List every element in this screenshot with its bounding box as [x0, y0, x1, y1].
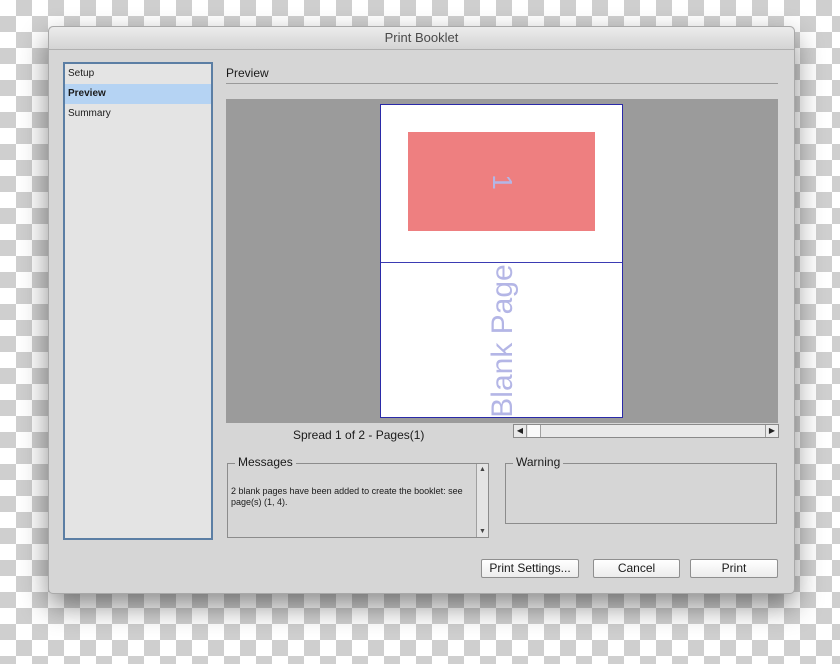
print-button[interactable]: Print: [690, 559, 778, 578]
messages-text: 2 blank pages have been added to create …: [231, 486, 463, 507]
scroll-right-arrow-icon[interactable]: ▶: [765, 425, 778, 437]
blank-page-label: Blank Page: [486, 264, 519, 418]
page-number: 1: [486, 173, 518, 190]
scroll-up-arrow-icon[interactable]: ▲: [477, 464, 488, 475]
sidebar: Setup Preview Summary: [63, 62, 213, 540]
page-divider: [381, 262, 622, 263]
sidebar-item-setup[interactable]: Setup: [65, 64, 211, 84]
sidebar-item-preview[interactable]: Preview: [65, 84, 211, 104]
section-title: Preview: [226, 66, 269, 80]
section-divider: [226, 83, 778, 84]
preview-page: 1 Blank Page: [380, 104, 623, 418]
scroll-left-arrow-icon[interactable]: ◀: [514, 425, 527, 437]
preview-horizontal-scrollbar[interactable]: ◀ ▶: [513, 424, 779, 438]
warning-group: Warning: [505, 455, 777, 524]
cancel-button[interactable]: Cancel: [593, 559, 680, 578]
page-content-block: 1: [408, 132, 595, 231]
scroll-down-arrow-icon[interactable]: ▼: [477, 526, 488, 537]
print-settings-button[interactable]: Print Settings...: [481, 559, 579, 578]
print-booklet-dialog: Print Booklet Setup Preview Summary Prev…: [48, 26, 795, 594]
messages-group: Messages 2 blank pages have been added t…: [227, 455, 489, 538]
messages-title: Messages: [235, 455, 296, 469]
warning-title: Warning: [513, 455, 564, 469]
preview-area: 1 Blank Page: [226, 99, 778, 423]
scrollbar-thumb[interactable]: [528, 425, 541, 437]
sidebar-item-summary[interactable]: Summary: [65, 104, 211, 124]
spread-label: Spread 1 of 2 - Pages(1): [293, 428, 425, 442]
window-title: Print Booklet: [49, 27, 794, 50]
messages-scrollbar[interactable]: ▲ ▼: [476, 464, 488, 537]
